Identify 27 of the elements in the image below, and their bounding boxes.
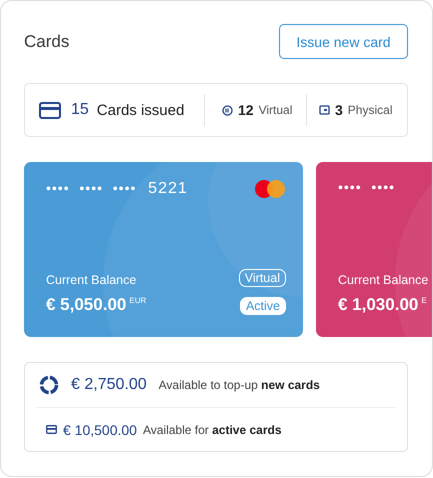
available-text: Available for active cards: [142, 422, 282, 436]
stat-count: 12: [238, 102, 254, 118]
stat-label: Physical: [348, 103, 392, 117]
card-status-badge: Active: [240, 297, 286, 315]
stat-count: 3: [335, 102, 343, 118]
virtual-card-icon: [222, 104, 233, 116]
credit-card-icon: [39, 102, 61, 118]
available-amount: € 10,500.00: [63, 422, 137, 438]
issue-card-button[interactable]: Issue new card: [279, 24, 408, 59]
payment-card[interactable]: •••• •••• •••• 5221 Current Balance € 5,050.00 $^{EUR}$ Virtual Active: [24, 162, 303, 337]
balance-label: Current Balance: [46, 273, 138, 287]
card-icon: [319, 105, 330, 115]
stat-label: Virtual: [258, 103, 292, 117]
donut-icon: [39, 375, 59, 395]
available-amount: € 2,750.00: [71, 376, 147, 394]
available-text: Available to top-up new cards: [158, 378, 320, 392]
balance-amount: € 5,050.00 $^{EUR}$: [46, 295, 146, 315]
stat-count: 15: [71, 101, 89, 119]
stat-label: Cards issued: [96, 102, 184, 118]
card-icon: [46, 425, 57, 434]
panel-title: Cards: [24, 32, 70, 52]
card-type-badge: Virtual: [238, 269, 286, 287]
balance-label: Current Balance: [338, 273, 428, 287]
payment-card[interactable]: •••• •••• Current Balance € 1,030.00 $^{E}$: [316, 162, 432, 337]
balance-amount: € 1,030.00 $^{E}$: [338, 295, 428, 315]
card-number: •••• ••••: [338, 179, 395, 195]
card-number: •••• •••• •••• 5221: [46, 180, 188, 198]
